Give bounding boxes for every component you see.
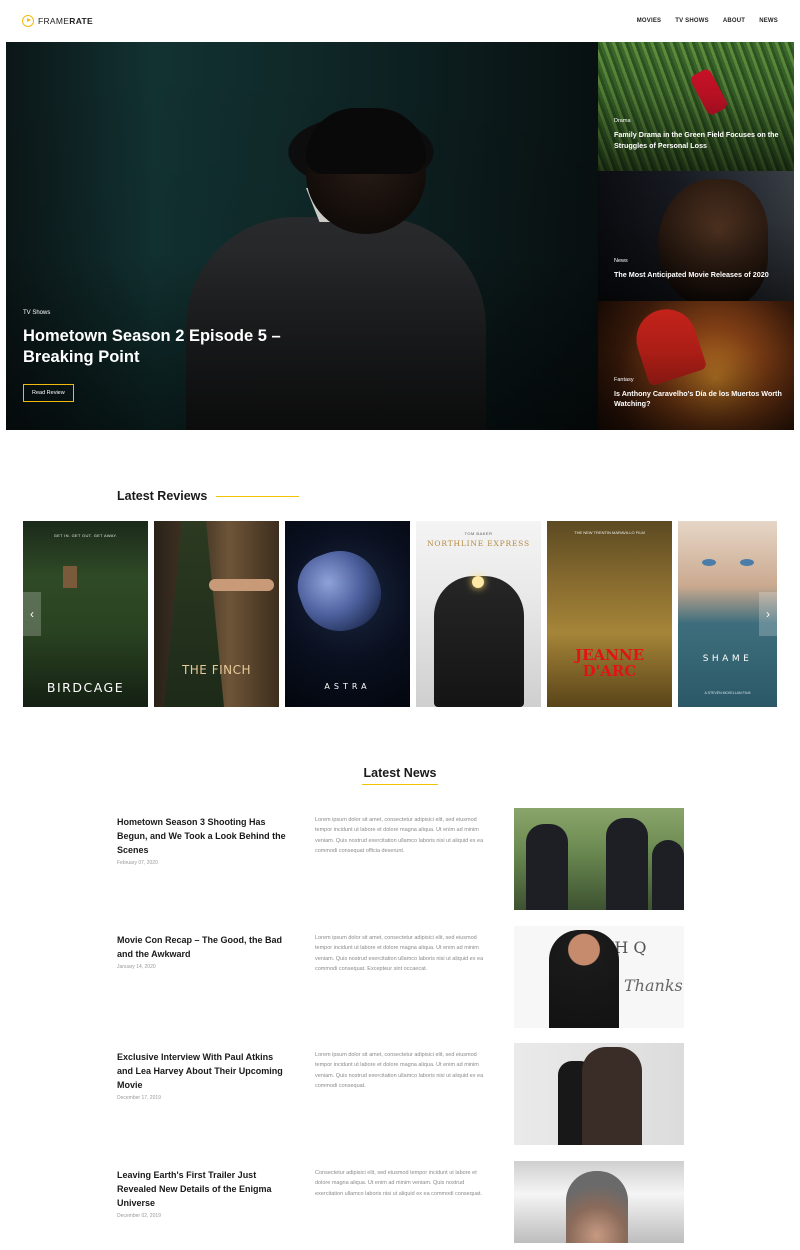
poster-the-finch[interactable]: THE FINCH [154, 521, 279, 707]
news-image-person [566, 1171, 628, 1243]
play-logo-icon [22, 15, 34, 27]
news-headline[interactable]: Movie Con Recap – The Good, the Bad and … [117, 933, 287, 961]
poster-image-house [63, 566, 77, 588]
news-image-person [606, 818, 648, 910]
poster-title: BIRDCAGE [46, 680, 125, 695]
poster-tagline: THE NEW TRENTIN MARAVILLO FILM [574, 530, 645, 535]
side-card-category[interactable]: Fantasy [614, 377, 784, 383]
poster-title: ASTRA [324, 682, 371, 691]
logo-text: FRAMERATE [38, 16, 93, 26]
poster-tagline: TOM BAKER [464, 531, 493, 536]
hero-category[interactable]: TV Shows [23, 310, 303, 316]
read-review-button[interactable]: Read Review [23, 384, 74, 402]
news-image[interactable] [514, 1043, 684, 1145]
hero-side-card-fantasy[interactable]: Fantasy Is Anthony Caravelho's Día de lo… [598, 300, 794, 430]
carousel-prev-button[interactable]: ‹ [23, 592, 41, 636]
chevron-left-icon: ‹ [30, 607, 34, 621]
news-headline[interactable]: Hometown Season 3 Shooting Has Begun, an… [117, 815, 287, 857]
news-excerpt: Lorem ipsum dolor sit amet, consectetur … [315, 817, 484, 854]
news-image[interactable] [514, 1161, 684, 1243]
nav-about[interactable]: ABOUT [723, 18, 745, 24]
news-image-person [652, 840, 684, 910]
news-image-script: Thanks [624, 976, 683, 995]
main-nav: MOVIES TV SHOWS ABOUT NEWS [637, 18, 778, 24]
news-image[interactable] [514, 808, 684, 910]
side-card-overlay [598, 300, 794, 430]
poster-tagline: A STEVEN MCKELLAN FILM [704, 691, 751, 695]
news-headline[interactable]: Exclusive Interview With Paul Atkins and… [117, 1050, 287, 1092]
site-logo[interactable]: FRAMERATE [22, 15, 93, 27]
side-card-title[interactable]: Family Drama in the Green Field Focuses … [614, 130, 784, 151]
poster-title: THE FINCH [181, 663, 252, 677]
side-card-title[interactable]: Is Anthony Caravelho's Día de los Muerto… [614, 389, 784, 410]
poster-title: JEANNE D'ARC [574, 646, 645, 680]
hero-side-list: Drama Family Drama in the Green Field Fo… [598, 42, 794, 430]
news-excerpt: Consectetur adipisici elit, sed eiusmod … [315, 1170, 482, 1197]
news-image[interactable]: RINH Q Thanks [514, 926, 684, 1028]
poster-astra[interactable]: ASTRA [285, 521, 410, 707]
side-card-overlay [598, 42, 794, 172]
news-date: January 14, 2020 [117, 964, 156, 970]
news-image-person [526, 824, 568, 910]
poster-image-eyes [698, 559, 768, 567]
side-card-title[interactable]: The Most Anticipated Movie Releases of 2… [614, 270, 784, 281]
hero-title[interactable]: Hometown Season 2 Episode 5 – Breaking P… [23, 326, 303, 368]
hero-side-card-news[interactable]: News The Most Anticipated Movie Releases… [598, 171, 794, 301]
poster-image-dress [164, 521, 224, 707]
news-item: Leaving Earth's First Trailer Just Revea… [117, 1161, 684, 1250]
news-excerpt: Lorem ipsum dolor sit amet, consectetur … [315, 935, 484, 972]
nav-tv-shows[interactable]: TV SHOWS [675, 18, 709, 24]
poster-northline-express[interactable]: TOM BAKER NORTHLINE EXPRESS [416, 521, 541, 707]
chevron-right-icon: › [766, 607, 770, 621]
heading-underline [362, 784, 438, 785]
news-date: December 17, 2019 [117, 1095, 161, 1101]
news-item: Movie Con Recap – The Good, the Bad and … [117, 926, 684, 1035]
heading-underline [216, 496, 299, 497]
latest-news-heading: Latest News [363, 766, 437, 780]
hero-section: TV Shows Hometown Season 2 Episode 5 – B… [6, 42, 794, 430]
side-card-category[interactable]: Drama [614, 118, 784, 124]
news-excerpt: Lorem ipsum dolor sit amet, consectetur … [315, 1052, 484, 1089]
poster-title: SHAME [702, 654, 753, 664]
poster-image-train [434, 576, 524, 707]
side-card-category[interactable]: News [614, 258, 784, 264]
poster-image-astronaut [288, 539, 392, 643]
poster-tagline: GET IN. GET OUT. GET AWAY. [53, 533, 118, 538]
hero-text: TV Shows Hometown Season 2 Episode 5 – B… [23, 310, 303, 402]
side-card-overlay [598, 171, 794, 301]
poster-title: NORTHLINE EXPRESS [427, 539, 530, 548]
latest-reviews-heading: Latest Reviews [117, 489, 208, 503]
news-image-person [582, 1047, 642, 1145]
site-header: FRAMERATE MOVIES TV SHOWS ABOUT NEWS [0, 0, 800, 42]
poster-birdcage[interactable]: GET IN. GET OUT. GET AWAY. BIRDCAGE [23, 521, 148, 707]
news-item: Exclusive Interview With Paul Atkins and… [117, 1043, 684, 1152]
news-date: February 07, 2020 [117, 860, 158, 866]
reviews-carousel: GET IN. GET OUT. GET AWAY. BIRDCAGE THE … [23, 521, 777, 707]
poster-image-arm [209, 579, 274, 591]
hero-main-card[interactable]: TV Shows Hometown Season 2 Episode 5 – B… [6, 42, 598, 430]
hero-side-card-drama[interactable]: Drama Family Drama in the Green Field Fo… [598, 42, 794, 172]
carousel-next-button[interactable]: › [759, 592, 777, 636]
news-date: December 02, 2019 [117, 1213, 161, 1219]
poster-jeanne-darc[interactable]: THE NEW TRENTIN MARAVILLO FILM JEANNE D'… [547, 521, 672, 707]
poster-image-lamp [472, 576, 484, 588]
news-item: Hometown Season 3 Shooting Has Begun, an… [117, 808, 684, 917]
nav-news[interactable]: NEWS [759, 18, 778, 24]
nav-movies[interactable]: MOVIES [637, 18, 662, 24]
news-headline[interactable]: Leaving Earth's First Trailer Just Revea… [117, 1168, 287, 1210]
news-image-person [549, 930, 619, 1028]
